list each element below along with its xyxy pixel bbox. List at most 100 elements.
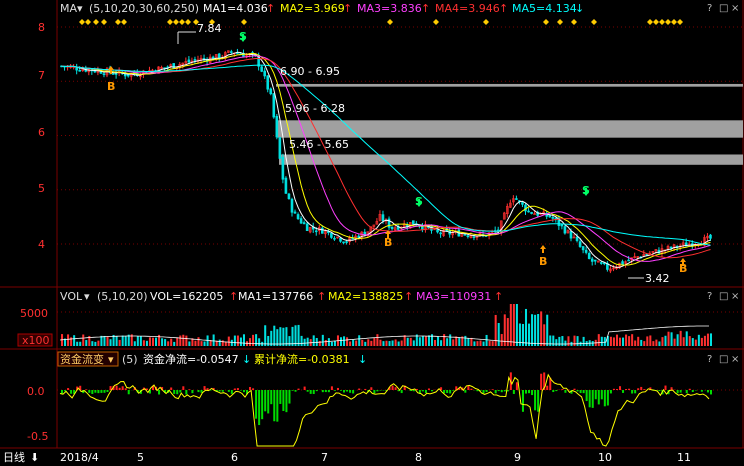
candle-body <box>305 223 309 231</box>
period-down-arrow-icon[interactable]: ⬇ <box>30 451 39 464</box>
volume-bar <box>349 341 352 346</box>
flow-bar <box>115 385 118 390</box>
volume-bar <box>218 339 221 346</box>
flow-bar <box>239 390 242 391</box>
buy-signal: B <box>539 255 547 268</box>
flow-bar <box>109 386 112 390</box>
candle-body <box>466 235 470 238</box>
flow-bar <box>227 390 230 392</box>
main-header: MA ▾ (5,10,20,30,60,250) MA1=4.036 ↑ MA2… <box>60 2 584 15</box>
flow-bar <box>88 390 91 393</box>
flow-bar <box>242 390 245 393</box>
stock-chart: 8 7 6 5 4 5000 x100 0.0 -0.5 MA ▾ (5,10,… <box>0 0 744 466</box>
volume-bar <box>549 335 552 346</box>
vol-close-icon[interactable]: × <box>731 291 739 302</box>
volume-bar <box>297 324 300 346</box>
flow-bar <box>191 390 194 394</box>
flow-bar <box>67 388 70 390</box>
flow-close-icon[interactable]: × <box>731 354 739 365</box>
flow-bar <box>288 390 291 404</box>
candle-body <box>390 226 394 229</box>
flow-bar <box>512 390 515 394</box>
flow-maximize-icon[interactable]: □ <box>719 354 728 365</box>
volume-bar <box>643 341 646 346</box>
volume-bar <box>709 333 712 346</box>
main-close-icon[interactable]: × <box>731 3 739 14</box>
volume-bar <box>82 334 85 346</box>
volume-bar <box>346 337 349 346</box>
flow-bar <box>634 390 637 394</box>
flow-bar <box>358 388 361 390</box>
flow-bar <box>330 386 333 390</box>
main-maximize-icon[interactable]: □ <box>719 3 728 14</box>
flow-bar <box>315 390 318 392</box>
vol-maximize-icon[interactable]: □ <box>719 291 728 302</box>
volume-bar <box>531 314 534 346</box>
flow-help-icon[interactable]: ? <box>707 354 712 365</box>
volume-bar <box>676 334 679 346</box>
volume-bar <box>488 340 491 346</box>
volume-bar <box>279 327 282 346</box>
volume-bar <box>358 335 361 346</box>
flow-bar <box>282 390 285 411</box>
flow-tick-0: 0.0 <box>27 385 45 398</box>
volume-bar <box>655 339 658 346</box>
volume-bar <box>161 338 164 346</box>
volume-bar <box>625 334 628 346</box>
flow-bar <box>709 390 712 395</box>
volume-bar <box>333 340 336 346</box>
volume-bar <box>343 336 346 346</box>
flow-bar <box>670 387 673 390</box>
main-params: (5,10,20,30,60,250) <box>89 2 199 15</box>
flow-bar <box>585 390 588 402</box>
volume-bar <box>155 337 158 346</box>
flow-bar <box>546 385 549 390</box>
flow-indicator-dropdown-icon[interactable]: ▾ <box>108 353 114 366</box>
volume-bar <box>703 335 706 346</box>
flow-bar <box>637 388 640 390</box>
volume-bar <box>106 336 109 346</box>
main-help-icon[interactable]: ? <box>707 3 712 14</box>
volume-bar <box>628 336 631 346</box>
flow-bar <box>470 388 473 390</box>
volume-bar <box>79 341 82 346</box>
volume-bar <box>706 333 709 346</box>
flow-bar <box>412 390 415 392</box>
flow-bar <box>336 387 339 390</box>
flow-bar <box>467 385 470 390</box>
volume-bar <box>497 323 500 346</box>
main-indicator-dropdown-icon[interactable]: ▾ <box>77 2 83 15</box>
ma1-label: MA1=4.036 <box>203 2 268 15</box>
flow-bar <box>373 390 376 394</box>
volume-bar <box>273 325 276 346</box>
volume-bar <box>500 334 503 346</box>
volume-header: VOL ▾ (5,10,20) VOL=162205 ↑ MA1=137766 … <box>60 290 503 303</box>
flow-bar <box>236 388 239 390</box>
volume-bar <box>303 338 306 346</box>
candle-body <box>669 246 673 249</box>
candle-body <box>645 253 649 256</box>
volume-bar <box>212 334 215 346</box>
volume-bar <box>646 336 649 346</box>
volume-bar <box>394 339 397 346</box>
flow-bar <box>555 390 558 392</box>
volume-bar <box>685 331 688 346</box>
volume-bar <box>434 340 437 346</box>
vol-help-icon[interactable]: ? <box>707 291 712 302</box>
flow-bar <box>494 390 497 394</box>
flow-bar <box>625 389 628 390</box>
high-price-annotation: 7.84 <box>197 22 222 35</box>
flow-bar <box>564 390 567 393</box>
volume-bar <box>515 304 518 346</box>
volume-bar <box>330 341 333 346</box>
period-label[interactable]: 日线 <box>3 450 25 464</box>
flow-bar <box>600 390 603 400</box>
volume-bar <box>230 339 233 346</box>
vol-indicator-dropdown-icon[interactable]: ▾ <box>84 290 90 303</box>
volume-bar <box>388 341 391 346</box>
flow-bar <box>449 390 452 394</box>
volume-bar <box>145 340 148 346</box>
vol-params: (5,10,20) <box>97 290 148 303</box>
flow-header: 资金流变 ▾ (5) 资金净流=-0.0547 ↓ 累计净流=-0.0381 ↓ <box>57 351 367 367</box>
volume-bar <box>370 340 373 346</box>
